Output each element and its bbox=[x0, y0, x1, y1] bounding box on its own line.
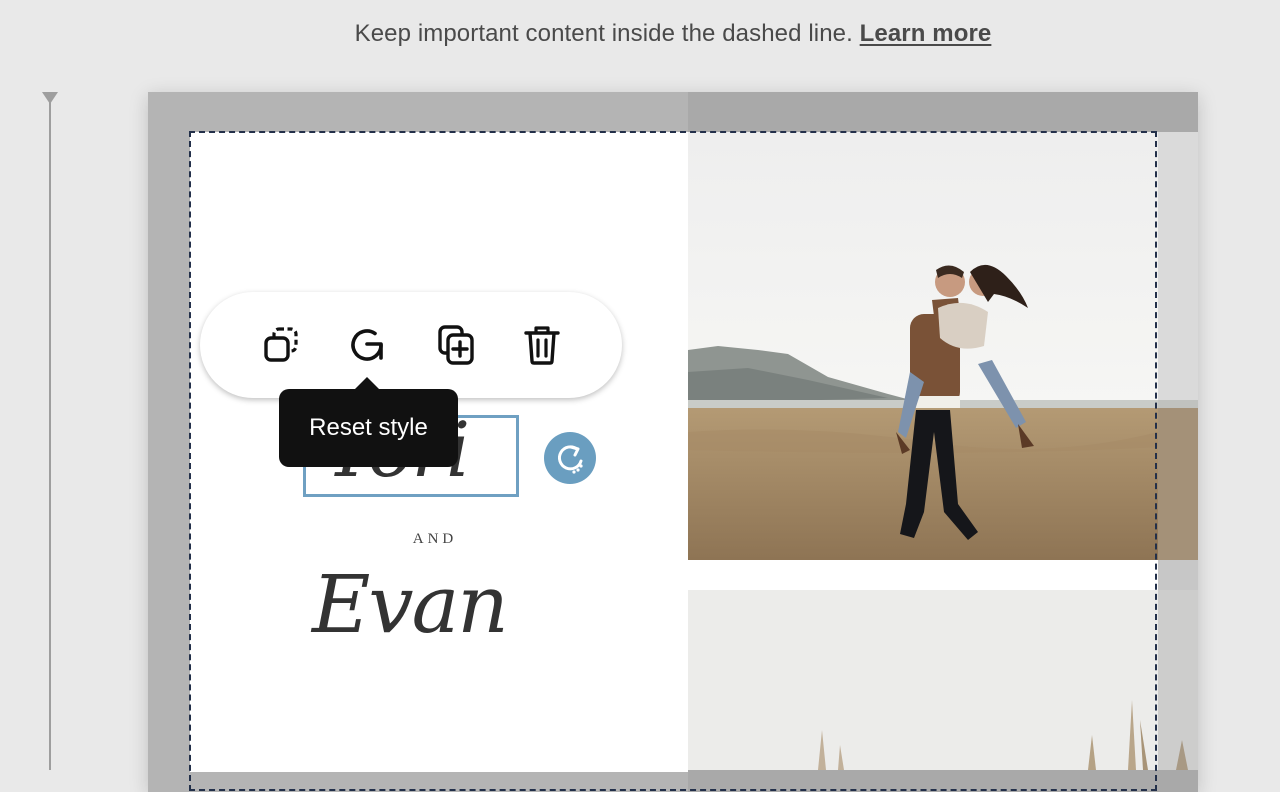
learn-more-link[interactable]: Learn more bbox=[860, 20, 992, 47]
reset-icon bbox=[351, 329, 383, 361]
rotate-handle[interactable] bbox=[544, 432, 596, 484]
photo-field-bleed bbox=[1158, 590, 1198, 770]
arrange-button[interactable] bbox=[256, 319, 308, 371]
hint-text: Keep important content inside the dashed… bbox=[354, 20, 860, 47]
and-text[interactable]: AND bbox=[190, 531, 680, 548]
photo-gap-bleed bbox=[1158, 560, 1198, 590]
rotate-icon bbox=[557, 445, 583, 474]
photo-couple-bleed bbox=[1158, 132, 1198, 560]
trash-icon bbox=[524, 326, 560, 365]
reset-style-tooltip: Reset style bbox=[279, 389, 458, 467]
vertical-ruler bbox=[49, 100, 51, 770]
duplicate-icon bbox=[438, 325, 474, 365]
second-name-text[interactable]: Evan bbox=[312, 565, 509, 645]
bring-front-icon bbox=[264, 327, 298, 362]
reset-style-button[interactable] bbox=[341, 319, 393, 371]
ruler-marker-icon[interactable] bbox=[42, 92, 58, 104]
photo-couple[interactable] bbox=[688, 132, 1158, 560]
duplicate-button[interactable] bbox=[430, 319, 482, 371]
safe-area-hint: Keep important content inside the dashed… bbox=[0, 20, 1280, 48]
photo-field[interactable] bbox=[688, 590, 1158, 770]
element-toolbar bbox=[200, 292, 622, 398]
delete-button[interactable] bbox=[516, 319, 568, 371]
photo-gap bbox=[688, 560, 1158, 590]
